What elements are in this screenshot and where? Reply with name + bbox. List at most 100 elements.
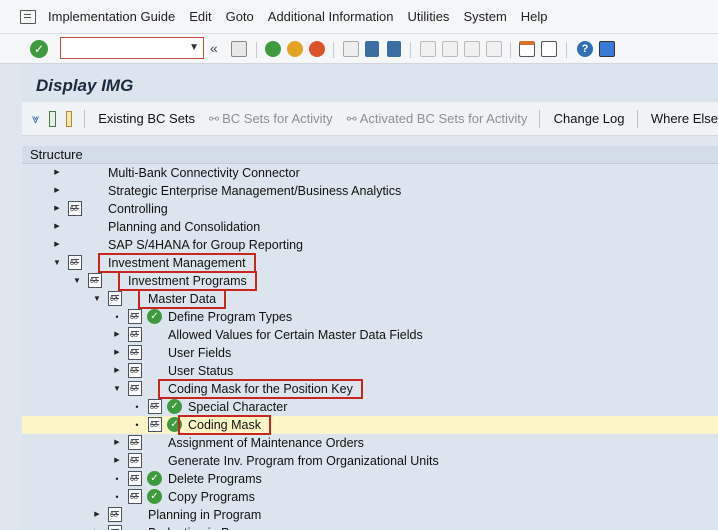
tree-node-label[interactable]: Planning in Program [148,506,261,524]
tree-row[interactable]: ▶ User Fields [22,344,718,362]
enter-check-icon[interactable]: ✓ [30,40,48,58]
collapse-node-icon[interactable]: ▼ [92,290,102,308]
execute-activity-icon[interactable]: ✓ [147,489,162,504]
expand-node-icon[interactable]: ▶ [92,506,102,524]
new-session-icon[interactable] [519,41,535,57]
tree-node-label[interactable]: SAP S/4HANA for Group Reporting [108,236,303,254]
tree-row[interactable]: ▶ Planning and Consolidation [22,218,718,236]
documentation-icon[interactable] [128,363,142,378]
expand-node-icon[interactable]: ▶ [52,182,62,200]
expand-node-icon[interactable]: ▶ [52,218,62,236]
help-icon[interactable]: ? [577,41,593,57]
documentation-icon[interactable] [148,399,162,414]
tree-row[interactable]: ▶ Allowed Values for Certain Master Data … [22,326,718,344]
expand-node-icon[interactable]: ▶ [92,524,102,530]
tree-row[interactable]: ▼Master Data [22,289,718,309]
documentation-icon[interactable] [68,255,82,270]
documentation-icon[interactable] [128,327,142,342]
expand-node-icon[interactable]: ▶ [112,326,122,344]
cancel-icon[interactable] [309,41,325,57]
execute-activity-icon[interactable]: ✓ [147,309,162,324]
collapse-node-icon[interactable]: ▼ [52,254,62,272]
collapse-node-icon[interactable]: ▼ [112,380,122,398]
tree-node-label[interactable]: Budgeting in Program [148,524,269,530]
tree-node-label[interactable]: Assignment of Maintenance Orders [168,434,364,452]
tree-node-label[interactable]: Controlling [108,200,168,218]
tree-row[interactable]: ▶ Generate Inv. Program from Organization… [22,452,718,470]
print-icon[interactable] [343,41,359,57]
tree-node-label[interactable]: Allowed Values for Certain Master Data F… [168,326,423,344]
expand-node-icon[interactable]: ▶ [112,452,122,470]
bc-sets-for-activity-button[interactable]: ⚯ BC Sets for Activity [209,111,333,126]
tree-node-label[interactable]: Planning and Consolidation [108,218,260,236]
documentation-icon[interactable] [108,525,122,530]
menu-additional-information[interactable]: Additional Information [268,9,394,24]
previous-page-icon[interactable] [442,41,458,57]
tree-row[interactable]: ▶ Multi-Bank Connectivity Connector [22,164,718,182]
expand-node-icon[interactable]: ▶ [52,200,62,218]
tree-node-label[interactable]: Special Character [188,398,287,416]
find-icon[interactable] [365,41,379,57]
tree-row[interactable]: ▶ Budgeting in Program [22,524,718,530]
save-icon[interactable] [231,41,247,57]
tree-node-label[interactable]: Copy Programs [168,488,255,506]
customize-layout-icon[interactable] [599,41,615,57]
expand-node-icon[interactable]: ▶ [112,362,122,380]
execute-activity-icon[interactable]: ✓ [147,471,162,486]
change-log-button[interactable]: Change Log [554,111,625,126]
tree-row[interactable]: •✓Coding Mask [22,415,718,435]
shortcut-icon[interactable] [541,41,557,57]
documentation-icon[interactable] [128,345,142,360]
documentation-icon[interactable] [128,309,142,324]
expand-node-icon[interactable]: ▶ [52,164,62,182]
command-input[interactable] [63,39,183,57]
menu-goto[interactable]: Goto [226,9,254,24]
tree-row[interactable]: ▶ User Status [22,362,718,380]
tree-node-label[interactable]: Delete Programs [168,470,262,488]
menu-app-icon[interactable] [20,9,36,24]
first-page-icon[interactable] [420,41,436,57]
documentation-icon[interactable] [128,471,142,486]
documentation-icon[interactable] [128,435,142,450]
execute-activity-icon[interactable]: ✓ [167,399,182,414]
tree-node-label[interactable]: Define Program Types [168,308,292,326]
collapse-command-icon[interactable]: « [210,40,218,56]
documentation-icon[interactable] [88,273,102,288]
documentation-icon[interactable] [128,381,142,396]
tree-row[interactable]: • ✓ Copy Programs [22,488,718,506]
menu-implementation-guide[interactable]: Implementation Guide [48,9,175,24]
documentation-icon[interactable] [128,453,142,468]
tree-node-label[interactable]: Strategic Enterprise Management/Business… [108,182,401,200]
chevron-down-icon[interactable]: ▼ [189,42,199,53]
last-page-icon[interactable] [486,41,502,57]
tree-row[interactable]: ▼Investment Management [22,253,718,273]
documentation-icon[interactable] [148,417,162,432]
expand-node-icon[interactable]: ▶ [112,344,122,362]
tree-node-label[interactable]: User Status [168,362,233,380]
notes-icon[interactable] [65,110,72,127]
menu-help[interactable]: Help [521,9,548,24]
tree-node-label[interactable]: User Fields [168,344,231,362]
tree-row[interactable]: ▶ SAP S/4HANA for Group Reporting [22,236,718,254]
expand-node-icon[interactable]: ▶ [112,434,122,452]
tree-row[interactable]: ▶ Planning in Program [22,506,718,524]
tree-row[interactable]: • ✓ Define Program Types [22,308,718,326]
exit-icon[interactable] [287,41,303,57]
back-icon[interactable] [265,41,281,57]
documentation-icon[interactable] [68,201,82,216]
tree-node-label[interactable]: Generate Inv. Program from Organizationa… [168,452,439,470]
command-field[interactable]: ▼ [60,37,204,59]
tree-row[interactable]: ▶ Controlling [22,200,718,218]
menu-utilities[interactable]: Utilities [408,9,450,24]
expand-subtree-icon[interactable]: ⩔ [32,111,39,127]
documentation-icon[interactable] [108,507,122,522]
documentation-icon[interactable] [108,291,122,306]
next-page-icon[interactable] [464,41,480,57]
documentation-icon[interactable] [128,489,142,504]
expand-node-icon[interactable]: ▶ [52,236,62,254]
tree-row[interactable]: • ✓ Special Character [22,398,718,416]
tree-row[interactable]: ▶ Strategic Enterprise Management/Busines… [22,182,718,200]
tree-row[interactable]: • ✓ Delete Programs [22,470,718,488]
collapse-subtree-icon[interactable] [49,110,56,127]
tree-row[interactable]: ▶ Assignment of Maintenance Orders [22,434,718,452]
